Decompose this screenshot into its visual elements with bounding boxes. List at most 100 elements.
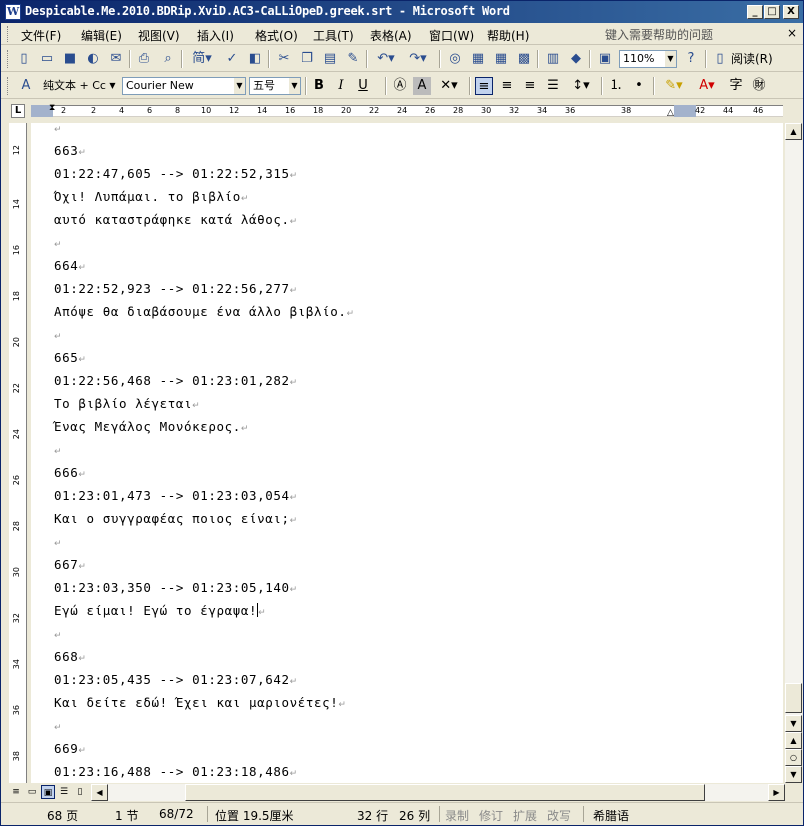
document-area[interactable]: ↵ 663↵ 01:22:47,605 --> 01:22:52,315↵ Όχι! …: [31, 123, 783, 783]
document-line[interactable]: 01:22:52,923 --> 01:22:56,277↵: [54, 281, 298, 296]
document-line[interactable]: ↵: [54, 626, 62, 641]
paste-icon[interactable]: ▤: [321, 50, 339, 68]
vertical-ruler[interactable]: 12 14 16 18 20 22 24 26 28 30 32 34 36 3…: [9, 123, 27, 783]
horizontal-ruler[interactable]: L 2 2 4 6 8 10 12 14 16 18 20 22 24 26 2…: [1, 101, 803, 121]
menu-insert[interactable]: 插入(I): [197, 27, 234, 44]
character-shading-icon[interactable]: A: [413, 77, 431, 95]
zoom-combo[interactable]: 110% ▼: [619, 50, 677, 68]
tables-borders-icon[interactable]: ▦: [469, 50, 487, 68]
menu-grip[interactable]: [7, 26, 10, 42]
numbering-icon[interactable]: ⒈: [607, 77, 625, 95]
scroll-left-button[interactable]: ◀: [91, 784, 108, 801]
status-record[interactable]: 录制: [445, 807, 469, 824]
status-overtype[interactable]: 改写: [547, 807, 571, 824]
redo-icon[interactable]: ↷▾: [405, 50, 431, 68]
menu-file[interactable]: 文件(F): [21, 27, 61, 44]
save-icon[interactable]: ■: [61, 50, 79, 68]
styles-pane-icon[interactable]: A: [17, 77, 35, 95]
align-right-icon[interactable]: ≡: [521, 77, 539, 95]
normal-view-icon[interactable]: ≡: [9, 785, 23, 799]
hyperlink-icon[interactable]: ◎: [446, 50, 464, 68]
document-line[interactable]: Το βιβλίο λέγεται↵: [54, 396, 200, 411]
document-line[interactable]: 01:22:47,605 --> 01:22:52,315↵: [54, 166, 298, 181]
character-border-icon[interactable]: Ⓐ: [391, 77, 409, 95]
underline-button[interactable]: U: [354, 77, 372, 95]
document-line[interactable]: 666↵: [54, 465, 87, 480]
new-document-icon[interactable]: ▯: [15, 50, 33, 68]
scroll-down-button[interactable]: ▼: [785, 715, 802, 732]
document-line[interactable]: 668↵: [54, 649, 87, 664]
style-combo[interactable]: 纯文本 + Cc ▼: [39, 77, 119, 95]
document-line[interactable]: ↵: [54, 235, 62, 250]
print-preview-icon[interactable]: ⌕: [159, 50, 177, 68]
document-line[interactable]: Απόψε θα διαβάσουμε ένα άλλο βιβλίο.↵: [54, 304, 355, 319]
menu-edit[interactable]: 编辑(E): [81, 27, 122, 44]
read-mode-button[interactable]: 阅读(R): [731, 50, 773, 67]
web-layout-view-icon[interactable]: ▭: [25, 785, 39, 799]
font-color-icon[interactable]: A▾: [693, 77, 721, 95]
right-indent-marker-icon[interactable]: △: [667, 108, 674, 118]
vertical-scroll-thumb[interactable]: [785, 683, 802, 713]
copy-icon[interactable]: ❐: [298, 50, 316, 68]
document-line[interactable]: 01:23:16,488 --> 01:23:18,486↵: [54, 764, 298, 779]
enclose-characters-icon[interactable]: ㊖: [750, 77, 768, 95]
columns-icon[interactable]: ▥: [544, 50, 562, 68]
document-line[interactable]: Εγώ είμαι! Εγώ το έγραψα!↵: [54, 603, 266, 618]
word-app-icon[interactable]: W: [5, 4, 21, 20]
italic-button[interactable]: I: [332, 77, 350, 95]
browse-object-button[interactable]: ○: [785, 749, 802, 766]
align-center-icon[interactable]: ≡: [498, 77, 516, 95]
menu-view[interactable]: 视图(V): [138, 27, 180, 44]
help-icon[interactable]: ?: [682, 50, 700, 68]
align-justify-icon[interactable]: ≡: [475, 77, 493, 95]
font-size-combo[interactable]: 五号 ▼: [249, 77, 301, 95]
minimize-button[interactable]: _: [747, 5, 763, 19]
document-line[interactable]: 664↵: [54, 258, 87, 273]
menu-window[interactable]: 窗口(W): [429, 27, 474, 44]
print-icon[interactable]: ⎙: [135, 50, 153, 68]
document-line[interactable]: 665↵: [54, 350, 87, 365]
open-folder-icon[interactable]: ▭: [38, 50, 56, 68]
chevron-down-icon[interactable]: ▼: [665, 51, 676, 67]
menu-table[interactable]: 表格(A): [370, 27, 412, 44]
outline-view-icon[interactable]: ☰: [57, 785, 71, 799]
menu-format[interactable]: 格式(O): [255, 27, 298, 44]
chevron-down-icon[interactable]: ▼: [234, 78, 245, 94]
chevron-down-icon[interactable]: ▼: [107, 78, 118, 94]
tab-selector[interactable]: L: [11, 104, 25, 118]
toolbar-grip[interactable]: [7, 77, 10, 95]
document-line[interactable]: ↵: [54, 534, 62, 549]
chevron-down-icon[interactable]: ▼: [289, 78, 300, 94]
document-line[interactable]: ↵: [54, 442, 62, 457]
close-button[interactable]: X: [783, 5, 799, 19]
status-extend[interactable]: 扩展: [513, 807, 537, 824]
previous-page-button[interactable]: ▲: [785, 732, 802, 749]
indent-marker-icon[interactable]: ⧗: [49, 103, 55, 113]
document-line[interactable]: 663↵: [54, 143, 87, 158]
print-layout-view-icon[interactable]: ▣: [41, 785, 55, 799]
horizontal-scroll-thumb[interactable]: [185, 784, 705, 801]
scroll-right-button[interactable]: ▶: [768, 784, 785, 801]
document-line[interactable]: 667↵: [54, 557, 87, 572]
document-line[interactable]: αυτό καταστράφηκε κατά λάθος.↵: [54, 212, 298, 227]
document-line[interactable]: 01:23:03,350 --> 01:23:05,140↵: [54, 580, 298, 595]
highlight-icon[interactable]: ✎▾: [659, 77, 689, 95]
insert-table-icon[interactable]: ▦: [492, 50, 510, 68]
reading-layout-view-icon[interactable]: ▯: [73, 785, 87, 799]
email-icon[interactable]: ✉: [107, 50, 125, 68]
undo-icon[interactable]: ↶▾: [373, 50, 399, 68]
bold-button[interactable]: B: [310, 77, 328, 95]
cut-icon[interactable]: ✂: [275, 50, 293, 68]
phonetic-guide-icon[interactable]: 字: [727, 77, 745, 95]
document-map-icon[interactable]: ▣: [596, 50, 614, 68]
status-track-changes[interactable]: 修订: [479, 807, 503, 824]
document-line[interactable]: Και ο συγγραφέας ποιος είναι;↵: [54, 511, 298, 526]
format-painter-icon[interactable]: ✎: [344, 50, 362, 68]
horizontal-scrollbar[interactable]: ◀ ▶: [91, 784, 785, 801]
document-line[interactable]: ↵: [54, 718, 62, 733]
vertical-scrollbar[interactable]: ▲ ▼ ▲ ○ ▼: [785, 123, 802, 783]
permission-icon[interactable]: ◐: [84, 50, 102, 68]
drawing-icon[interactable]: ◆: [567, 50, 585, 68]
maximize-button[interactable]: □: [764, 5, 780, 19]
read-mode-icon[interactable]: ▯: [711, 50, 729, 68]
